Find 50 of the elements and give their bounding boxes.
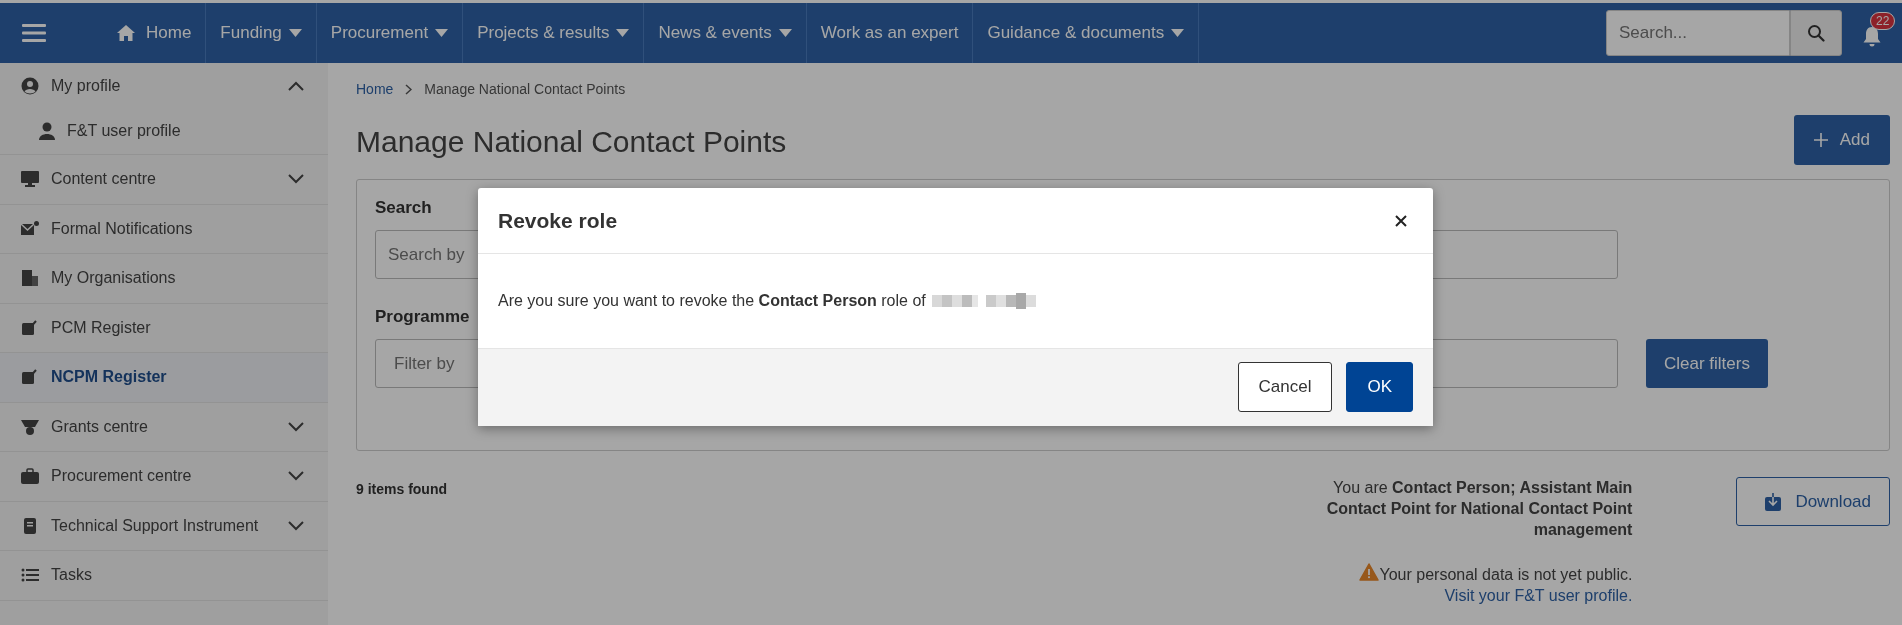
bell-icon[interactable] — [1862, 26, 1882, 48]
sidebar-item[interactable]: F&T user profile — [0, 108, 328, 155]
dialog-message: Are you sure you want to revoke the Contact Person role of — [498, 292, 926, 310]
nav-link[interactable]: Projects & results — [462, 3, 644, 63]
close-icon — [1395, 214, 1407, 227]
edit-icon — [20, 368, 40, 387]
results-count: 9 items found — [356, 481, 447, 497]
sidebar-item[interactable]: NCPM Register — [0, 353, 328, 403]
breadcrumb-current: Manage National Contact Points — [424, 81, 626, 97]
user-icon — [38, 122, 56, 140]
clear-filters-button[interactable]: Clear filters — [1646, 339, 1768, 388]
nav-link[interactable]: Work as an expert — [805, 3, 973, 63]
menu-icon — [22, 23, 46, 43]
nav-link[interactable]: News & events — [643, 3, 806, 63]
notification-badge: 22 — [1870, 12, 1896, 30]
briefcase-icon — [20, 467, 40, 486]
sidebar-item[interactable]: Content centre — [0, 155, 328, 205]
download-icon — [1765, 492, 1782, 511]
dialog-title: Revoke role — [498, 208, 618, 233]
breadcrumb-link[interactable]: Home — [356, 81, 394, 97]
field-label: Programme — [375, 307, 471, 327]
envelope-icon — [20, 219, 40, 238]
sidebar-item[interactable]: My Organisations — [0, 254, 328, 304]
cancel-button[interactable]: Cancel — [1237, 362, 1333, 412]
sidebar-item[interactable]: Procurement centre — [0, 452, 328, 502]
home-icon — [116, 24, 136, 42]
warning-icon — [1359, 563, 1380, 581]
edit-icon — [20, 318, 40, 337]
plus-icon — [1813, 133, 1828, 147]
search-field[interactable]: Search... — [1606, 10, 1790, 56]
profile-link[interactable]: Visit your F&T user profile. — [1444, 585, 1633, 606]
monitor-icon — [20, 170, 40, 189]
notice-text: Your personal data is not yet public. — [1379, 566, 1633, 583]
search-icon — [1807, 24, 1825, 42]
confirm-button[interactable]: OK — [1346, 362, 1413, 412]
field-label: Search — [375, 198, 433, 218]
role-text: You are Contact Person; Assistant Main Contact Point for National Contact Point management — [1325, 478, 1633, 540]
sidebar-item[interactable]: Technical Support Instrument — [0, 501, 328, 551]
sidebar-item[interactable]: Tasks — [0, 551, 328, 601]
building-icon — [20, 269, 40, 288]
sidebar-item[interactable]: My profile — [0, 63, 328, 108]
nav-link[interactable]: Guidance & documents — [972, 3, 1199, 63]
user-circle-icon — [20, 76, 40, 95]
sidebar-item[interactable]: Formal Notifications — [0, 204, 328, 254]
chevron-right-icon — [405, 83, 413, 95]
download-button[interactable]: Download — [1736, 477, 1890, 526]
add-button[interactable]: Add — [1793, 115, 1890, 165]
search-button[interactable] — [1790, 10, 1842, 56]
page-title: Manage National Contact Points — [356, 125, 787, 159]
nav-link[interactable]: Home — [116, 3, 206, 63]
